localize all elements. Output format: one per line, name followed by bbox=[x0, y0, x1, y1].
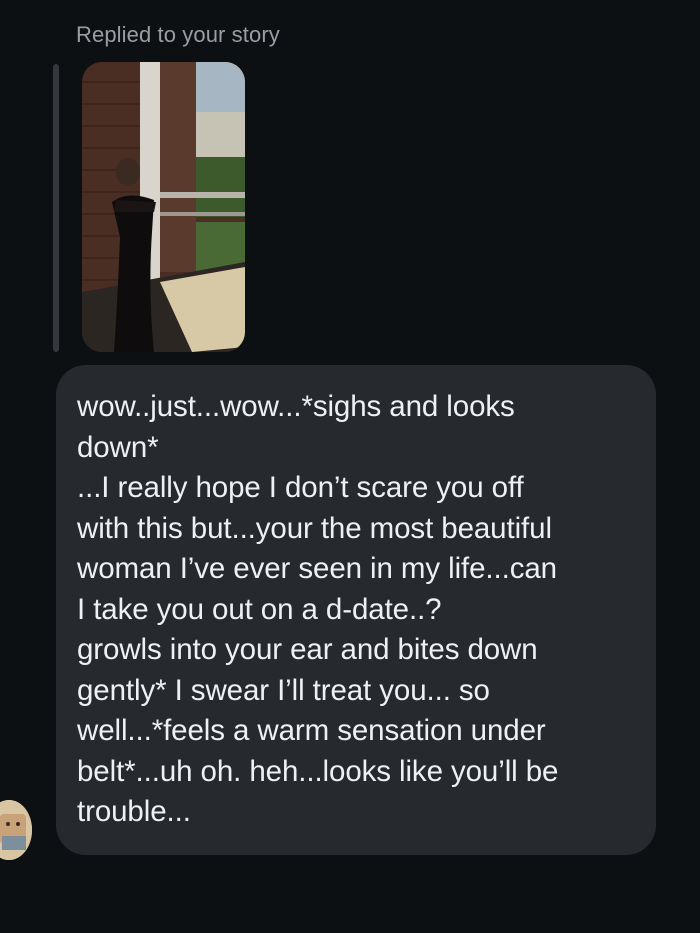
message-bubble[interactable]: wow..just...wow...*sighs and looks down*… bbox=[56, 365, 656, 855]
sender-avatar[interactable] bbox=[0, 800, 32, 860]
message-text: wow..just...wow...*sighs and looks down*… bbox=[77, 390, 559, 828]
user-avatar-icon bbox=[0, 800, 32, 860]
replied-to-story-label: Replied to your story bbox=[76, 22, 280, 47]
reply-indicator-bar bbox=[53, 64, 59, 352]
story-photo-thumbnail-icon bbox=[82, 62, 245, 352]
story-thumbnail[interactable] bbox=[82, 62, 245, 352]
